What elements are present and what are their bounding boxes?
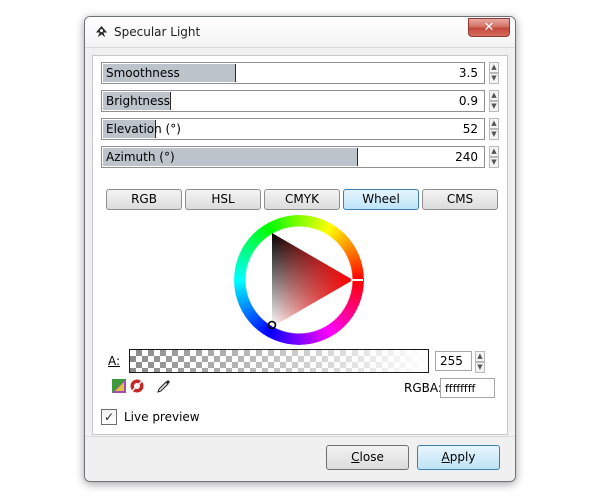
out-of-gamut-icon [112, 379, 126, 393]
dialog-content: Smoothness 3.5 ▲ ▼ Brightness 0.9 ▲ ▼ El [92, 55, 508, 435]
alpha-spinner: ▲ ▼ [475, 351, 485, 373]
smoothness-label: Smoothness [106, 66, 180, 80]
inkscape-icon [95, 25, 108, 38]
brightness-label: Brightness [106, 94, 170, 108]
elevation-row: Elevation (°) 52 ▲ ▼ [101, 118, 509, 140]
tab-hsl[interactable]: HSL [185, 189, 261, 210]
azimuth-row: Azimuth (°) 240 ▲ ▼ [101, 146, 509, 168]
alpha-slider[interactable] [129, 349, 452, 373]
live-preview-label[interactable]: Live preview [124, 410, 200, 424]
tab-cmyk[interactable]: CMYK [264, 189, 340, 210]
azimuth-value: 240 [455, 150, 478, 164]
elevation-value: 52 [462, 122, 478, 136]
live-preview-row: ✓ Live preview [101, 408, 301, 428]
specular-light-dialog: Specular Light ✕ Smoothness 3.5 ▲ ▼ Brig… [84, 16, 516, 482]
apply-label: pply [449, 450, 476, 464]
spin-up-icon[interactable]: ▲ [489, 62, 499, 73]
close-mnemonic: C [351, 450, 360, 464]
color-picker-icon[interactable] [156, 378, 172, 394]
tab-wheel[interactable]: Wheel [343, 189, 419, 210]
azimuth-spinner: ▲ ▼ [489, 146, 499, 168]
elevation-slider[interactable]: Elevation (°) 52 [101, 118, 485, 140]
close-button[interactable]: Close [326, 445, 409, 470]
brightness-value: 0.9 [458, 94, 478, 108]
brightness-slider[interactable]: Brightness 0.9 [101, 90, 485, 112]
smoothness-spinner: ▲ ▼ [489, 62, 499, 84]
close-icon: ✕ [483, 20, 495, 35]
alpha-value-input[interactable]: 255 [435, 351, 472, 371]
too-much-ink-icon [130, 379, 144, 393]
live-preview-checkbox[interactable]: ✓ [101, 409, 117, 425]
alpha-row: A: 255 ▲ ▼ [105, 349, 501, 373]
spin-down-icon[interactable]: ▼ [475, 362, 485, 373]
tab-cms[interactable]: CMS [422, 189, 498, 210]
brightness-row: Brightness 0.9 ▲ ▼ [101, 90, 509, 112]
azimuth-label: Azimuth (°) [106, 150, 175, 164]
spin-up-icon[interactable]: ▲ [489, 118, 499, 129]
apply-button[interactable]: Apply [417, 445, 500, 470]
spin-down-icon[interactable]: ▼ [489, 73, 499, 84]
color-wheel[interactable] [234, 215, 364, 345]
smoothness-value: 3.5 [458, 66, 478, 80]
saturation-value-triangle[interactable] [234, 215, 364, 345]
rgba-input[interactable]: ffffffff [440, 378, 495, 398]
title-bar[interactable]: Specular Light ✕ [85, 17, 515, 48]
spin-up-icon[interactable]: ▲ [489, 146, 499, 157]
spin-up-icon[interactable]: ▲ [489, 90, 499, 101]
spin-down-icon[interactable]: ▼ [489, 129, 499, 140]
brightness-spinner: ▲ ▼ [489, 90, 499, 112]
apply-mnemonic: A [441, 450, 450, 464]
dialog-button-bar: Close Apply [85, 436, 515, 481]
color-tools-row: RGBA: ffffffff [111, 378, 501, 398]
rgba-label: RGBA: [404, 381, 442, 395]
elevation-spinner: ▲ ▼ [489, 118, 499, 140]
smoothness-slider[interactable]: Smoothness 3.5 [101, 62, 485, 84]
spin-down-icon[interactable]: ▼ [489, 157, 499, 168]
spin-up-icon[interactable]: ▲ [475, 351, 485, 362]
window-close-button[interactable]: ✕ [468, 18, 510, 37]
color-mode-tabs: RGB HSL CMYK Wheel CMS [106, 189, 502, 211]
alpha-label: A: [108, 354, 121, 368]
tab-rgb[interactable]: RGB [106, 189, 182, 210]
azimuth-slider[interactable]: Azimuth (°) 240 [101, 146, 485, 168]
window-title: Specular Light [114, 25, 201, 39]
spin-down-icon[interactable]: ▼ [489, 101, 499, 112]
close-label: lose [359, 450, 384, 464]
smoothness-row: Smoothness 3.5 ▲ ▼ [101, 62, 509, 84]
elevation-label: Elevation (°) [106, 122, 181, 136]
